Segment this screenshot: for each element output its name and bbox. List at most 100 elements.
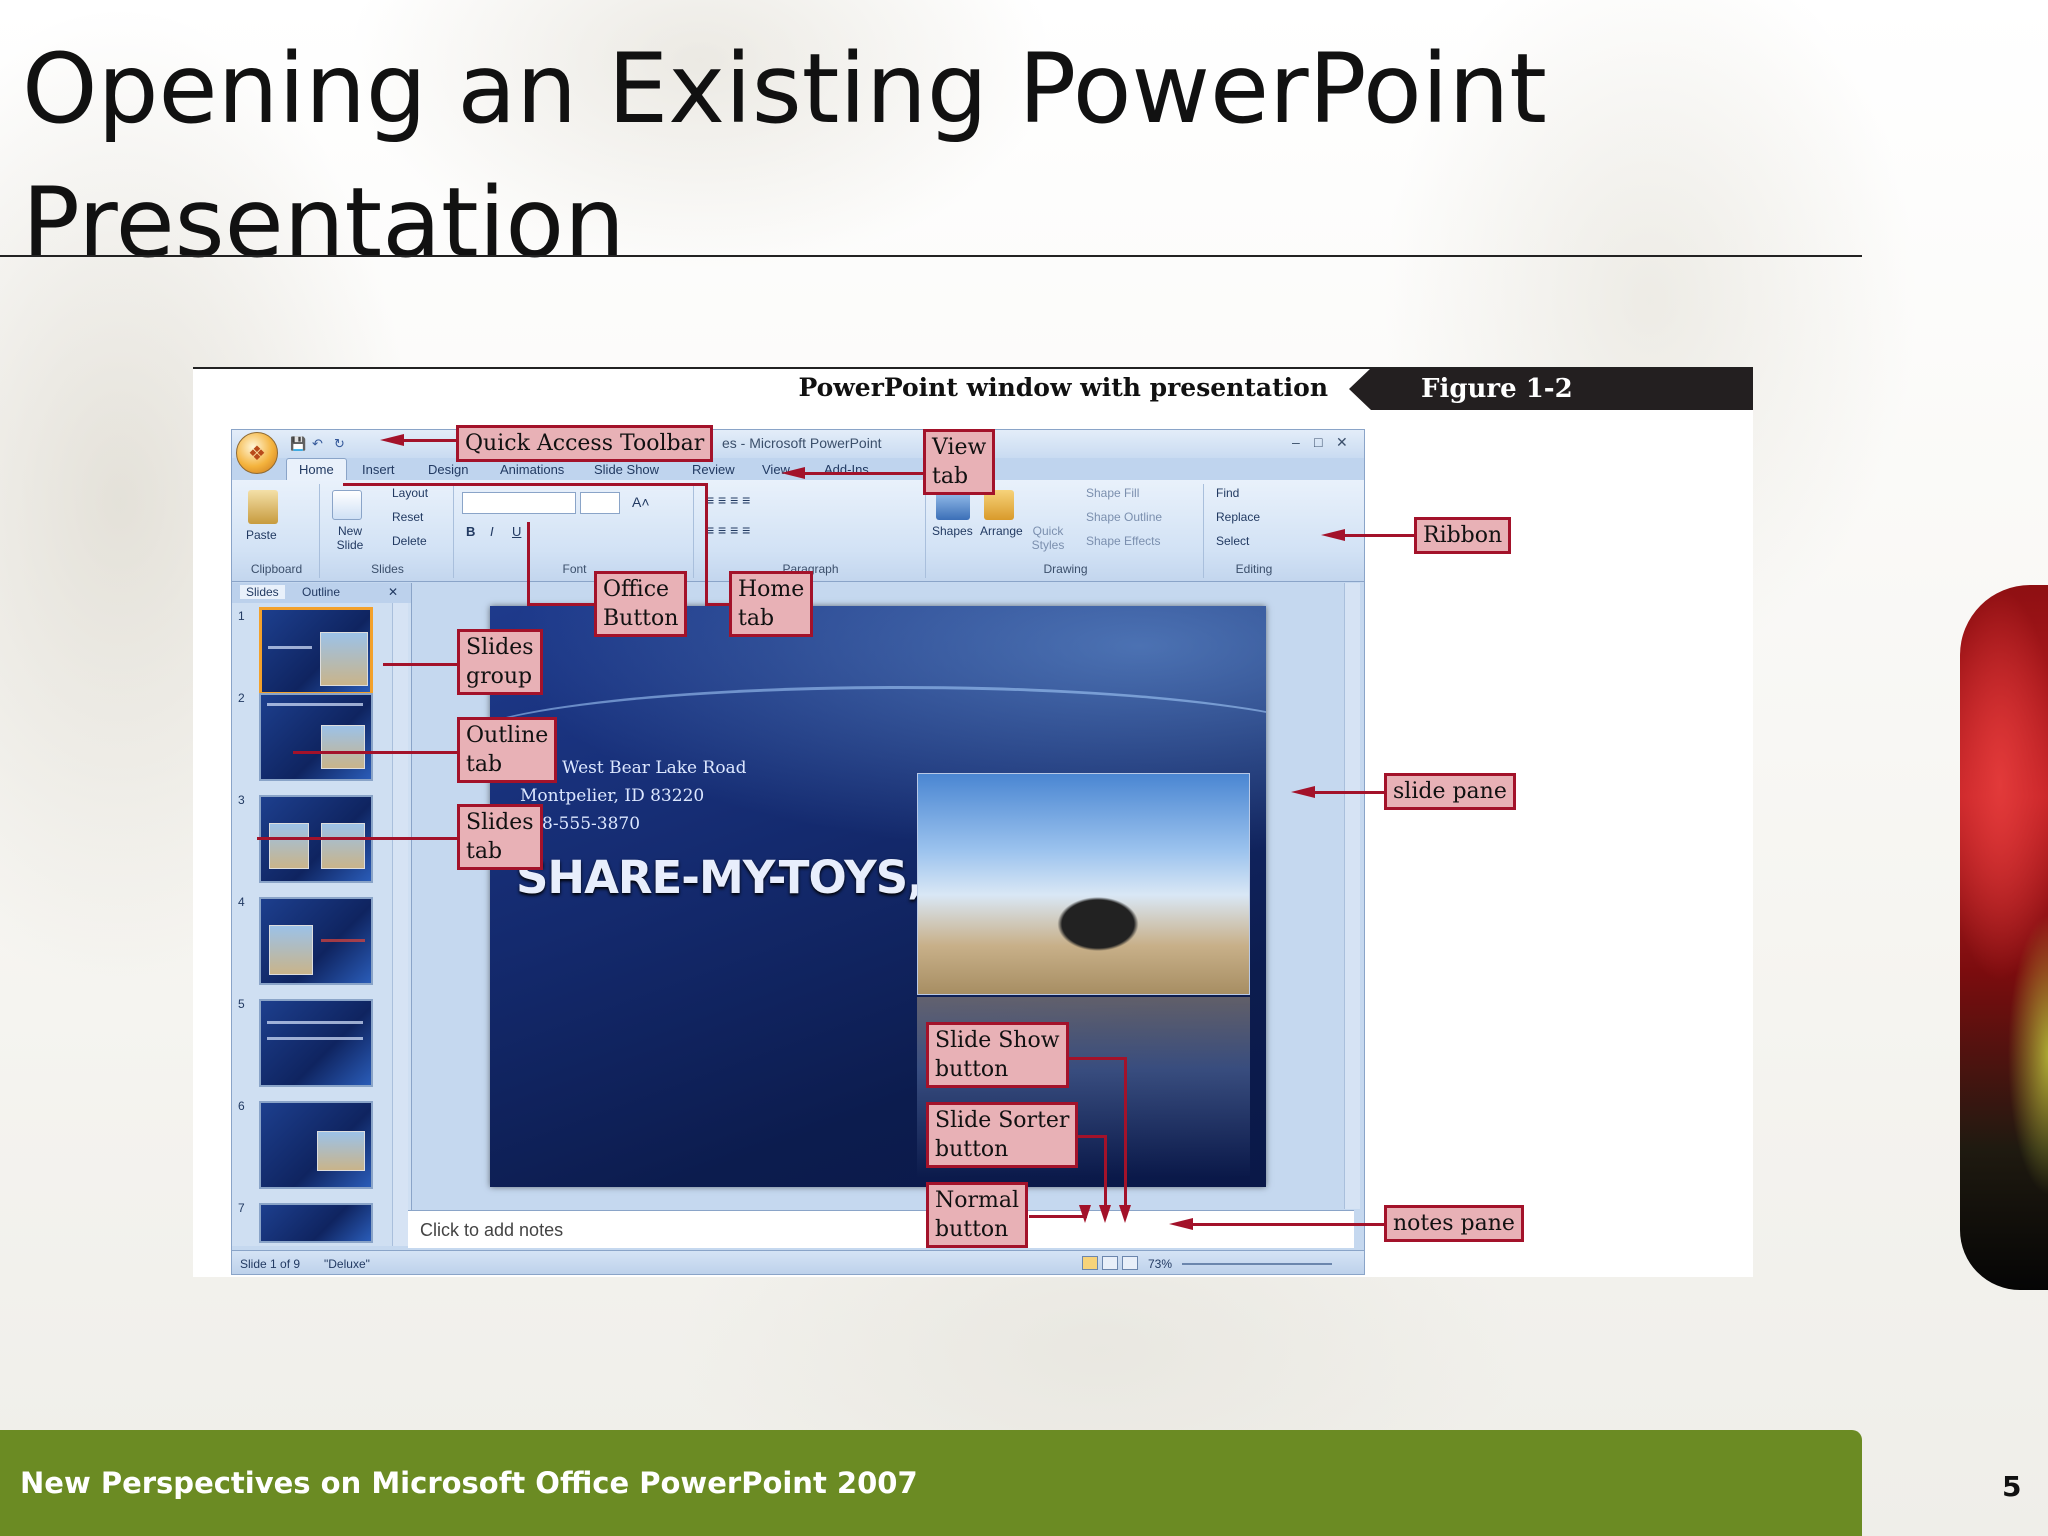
- slide-address-line1: West Bear Lake Road: [562, 758, 747, 778]
- shape-fill-button[interactable]: Shape Fill: [1086, 486, 1139, 500]
- clipboard-group: Paste Clipboard: [234, 484, 320, 578]
- slide-thumbnail[interactable]: [259, 693, 373, 781]
- tab-review[interactable]: Review: [692, 462, 735, 477]
- shape-effects-button[interactable]: Shape Effects: [1086, 534, 1161, 548]
- callout-normal-line2: button: [935, 1217, 1009, 1242]
- thumbnail-number: 1: [238, 609, 245, 623]
- zoom-level: 73%: [1148, 1257, 1173, 1271]
- callout-view-tab-line1: View: [932, 435, 987, 460]
- shape-outline-button[interactable]: Shape Outline: [1086, 510, 1162, 524]
- shapes-label: Shapes: [932, 524, 973, 538]
- callout-slide-show-line1: Slide Show: [935, 1028, 1060, 1053]
- grow-font-icon[interactable]: A˄: [632, 494, 650, 510]
- slide-thumbnail[interactable]: [259, 1203, 373, 1243]
- thumbnail-number: 3: [238, 793, 245, 807]
- thumbnail-image: [321, 725, 365, 769]
- drawing-group: Shapes Arrange Quick Styles Shape Fill S…: [928, 484, 1204, 578]
- thumbnail-number: 6: [238, 1099, 245, 1113]
- align-icons[interactable]: ≡ ≡ ≡ ≡: [706, 522, 750, 538]
- undo-icon[interactable]: ↶: [312, 436, 323, 452]
- callout-home-tab: Home tab: [729, 571, 814, 637]
- callout-slides-tab-line1: Slides: [466, 810, 534, 835]
- notes-pane[interactable]: Click to add notes: [408, 1210, 1354, 1248]
- leader-slide-sorter-button: [1104, 1135, 1107, 1205]
- notes-placeholder: Click to add notes: [420, 1220, 564, 1240]
- thumbnail-scrollbar[interactable]: [392, 603, 408, 1246]
- leader-view-tab: [803, 472, 923, 475]
- slide-thumbnail[interactable]: [259, 607, 373, 695]
- normal-view-button[interactable]: [1082, 1256, 1098, 1270]
- arrow-slide-sorter-button: [1099, 1205, 1111, 1223]
- arrow-ribbon: [1321, 529, 1345, 541]
- select-button[interactable]: Select: [1216, 534, 1249, 548]
- restore-icon[interactable]: □: [1314, 434, 1322, 450]
- slide-show-button[interactable]: [1122, 1256, 1138, 1270]
- callout-office-button-line1: Office: [603, 577, 670, 602]
- arrow-slide-show-button: [1119, 1205, 1131, 1223]
- clipboard-group-label: Clipboard: [250, 562, 303, 576]
- tab-insert[interactable]: Insert: [362, 462, 395, 477]
- replace-button[interactable]: Replace: [1216, 510, 1260, 524]
- leader-office-button: [527, 603, 594, 606]
- callout-normal-button: Normal button: [926, 1182, 1029, 1248]
- motorcycle-photo: [917, 773, 1250, 995]
- slide-count: Slide 1 of 9: [240, 1257, 301, 1271]
- close-icon[interactable]: ✕: [1336, 434, 1348, 451]
- thumbnail-number: 5: [238, 997, 245, 1011]
- callout-ribbon: Ribbon: [1414, 517, 1512, 554]
- tab-home[interactable]: Home: [286, 458, 347, 480]
- slide-thumbnail[interactable]: [259, 1101, 373, 1189]
- tab-slide-show[interactable]: Slide Show: [594, 462, 659, 477]
- leader-slide-show-button: [1124, 1057, 1127, 1205]
- font-size-box[interactable]: [580, 492, 620, 514]
- callout-slide-show-button: Slide Show button: [926, 1022, 1069, 1088]
- find-button[interactable]: Find: [1216, 486, 1239, 500]
- paste-icon[interactable]: [248, 490, 278, 524]
- outline-tab[interactable]: Outline: [302, 585, 340, 599]
- arrow-quick-access-toolbar: [380, 434, 404, 446]
- slide-pane[interactable]: West Bear Lake Road Montpelier, ID 83220…: [490, 606, 1266, 1187]
- slide-thumbnail[interactable]: [259, 999, 373, 1087]
- save-icon[interactable]: 💾: [290, 436, 306, 452]
- slide-scrollbar[interactable]: [1344, 583, 1360, 1209]
- quick-styles-label[interactable]: Quick Styles: [1028, 524, 1068, 552]
- callout-view-tab-line2: tab: [932, 464, 969, 489]
- thumbnail-number: 2: [238, 691, 245, 705]
- title-divider: [0, 255, 1862, 257]
- italic-icon[interactable]: I: [490, 524, 494, 539]
- layout-button[interactable]: Layout: [392, 486, 428, 500]
- close-pane-icon[interactable]: ✕: [388, 585, 398, 599]
- tab-design[interactable]: Design: [428, 462, 468, 477]
- arrange-label: Arrange: [980, 524, 1023, 538]
- callout-slides-group-line1: Slides: [466, 635, 534, 660]
- office-button[interactable]: ❖: [236, 432, 278, 474]
- thumbnail-number: 7: [238, 1201, 245, 1215]
- slide-sorter-button[interactable]: [1102, 1256, 1118, 1270]
- new-slide-label[interactable]: New Slide: [330, 524, 370, 552]
- leader-slide-pane: [1315, 791, 1384, 794]
- new-slide-icon[interactable]: [332, 490, 362, 520]
- callout-outline-tab: Outline tab: [457, 717, 558, 783]
- bullets-icon[interactable]: ≡ ≡ ≡ ≡: [706, 492, 750, 508]
- leader-office-button: [527, 522, 530, 606]
- arrow-notes-pane: [1169, 1218, 1193, 1230]
- font-name-box[interactable]: [462, 492, 576, 514]
- slides-tab[interactable]: Slides: [240, 585, 285, 599]
- minimize-icon[interactable]: –: [1292, 434, 1300, 450]
- delete-button[interactable]: Delete: [392, 534, 427, 548]
- slide-thumbnail[interactable]: [259, 897, 373, 985]
- editing-group-label: Editing: [1235, 562, 1273, 576]
- zoom-slider[interactable]: [1182, 1263, 1332, 1265]
- editing-group: Find Replace Select Editing: [1206, 484, 1302, 578]
- slide-title: Opening an Existing PowerPoint Presentat…: [22, 33, 1547, 279]
- reset-button[interactable]: Reset: [392, 510, 423, 524]
- redo-icon[interactable]: ↻: [334, 436, 345, 452]
- tab-animations[interactable]: Animations: [500, 462, 564, 477]
- callout-home-tab-line2: tab: [738, 606, 775, 631]
- underline-icon[interactable]: U: [512, 524, 521, 539]
- drawing-group-label: Drawing: [1043, 562, 1088, 576]
- theme-name: "Deluxe": [324, 1257, 370, 1271]
- bold-icon[interactable]: B: [466, 524, 475, 539]
- callout-slide-pane: slide pane: [1384, 773, 1516, 810]
- window-title: es - Microsoft PowerPoint: [722, 435, 882, 451]
